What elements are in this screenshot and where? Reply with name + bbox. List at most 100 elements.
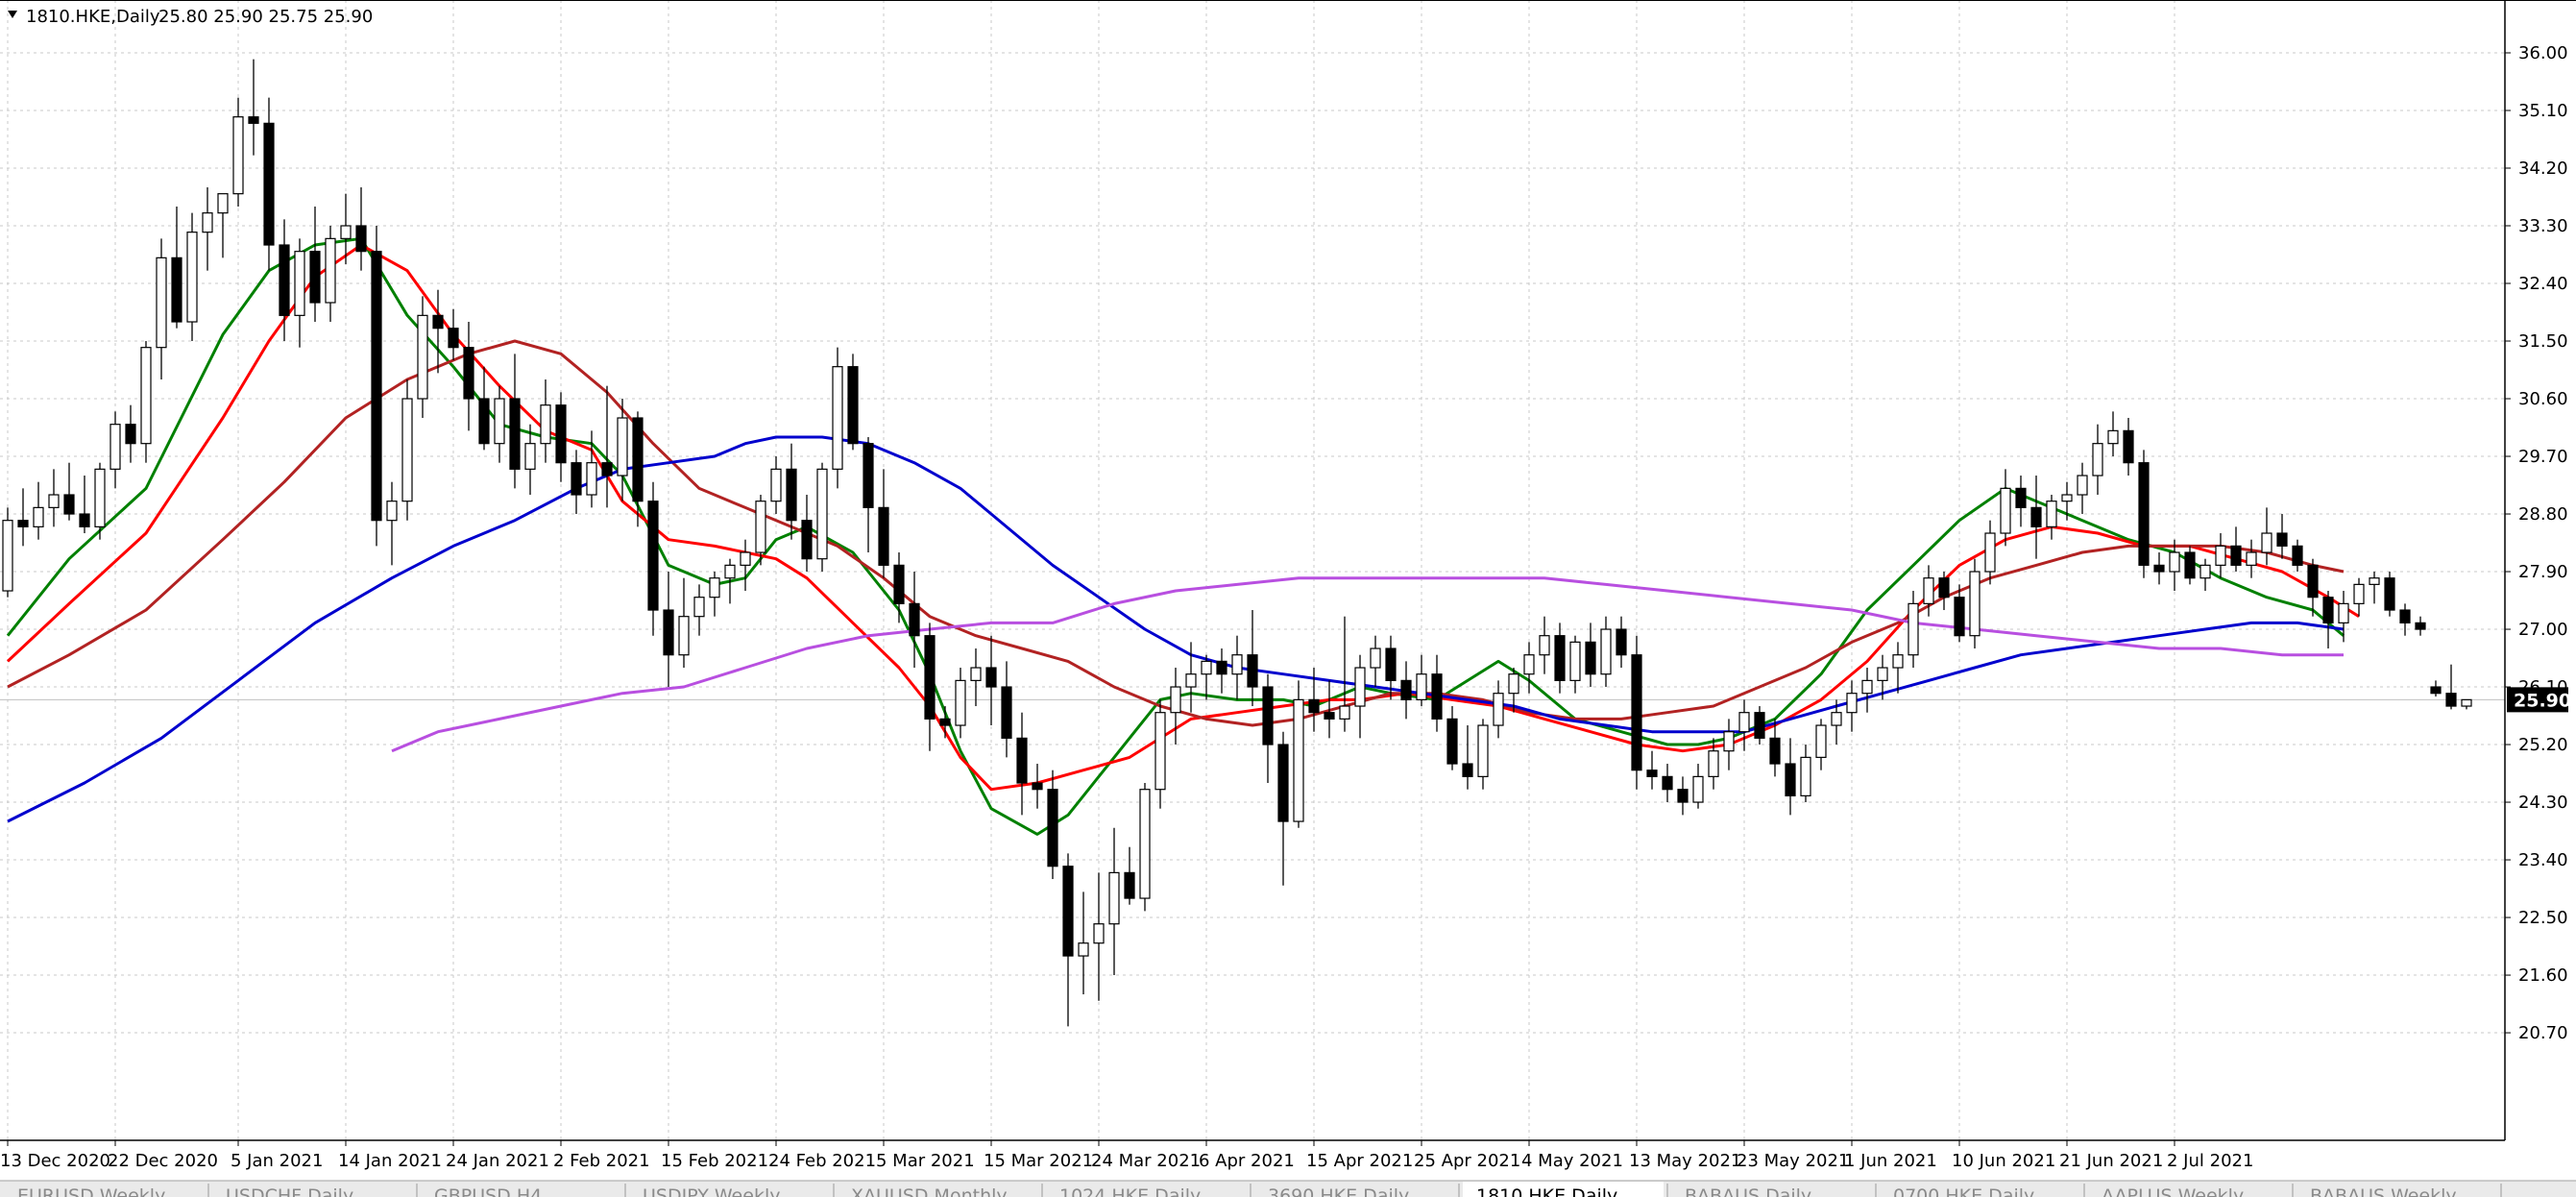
- candle: [2138, 450, 2150, 578]
- candle-body: [1185, 673, 1197, 688]
- candle-body: [140, 347, 152, 445]
- candle-body: [1416, 673, 1427, 700]
- x-tick-label: 5 Mar 2021: [876, 1151, 975, 1171]
- candle-body: [2399, 609, 2411, 623]
- candle-body: [1216, 660, 1227, 675]
- tab-label: 1810.HKE,Daily: [1476, 1185, 1617, 1197]
- candle-body: [17, 520, 29, 527]
- y-tick-label: 33.30: [2518, 216, 2568, 236]
- candle-body: [586, 462, 597, 496]
- candle-body: [1354, 667, 1366, 707]
- candle-body: [2276, 532, 2288, 547]
- candle-body: [878, 506, 889, 566]
- candle-body: [2353, 583, 2365, 604]
- x-tick-label: 4 May 2021: [1521, 1151, 1623, 1171]
- candle-body: [1769, 737, 1781, 765]
- candle: [1293, 680, 1304, 828]
- candle-body: [1370, 647, 1381, 669]
- candle-body: [1877, 667, 1888, 681]
- candle-body: [524, 443, 536, 470]
- chart-background: [0, 0, 2576, 1197]
- candle-body: [1032, 782, 1043, 791]
- candle-body: [801, 520, 813, 560]
- candle-body: [2, 520, 13, 592]
- candle-body: [2046, 501, 2057, 527]
- candle-body: [1600, 628, 1612, 675]
- candle-body: [647, 501, 659, 611]
- candle-body: [755, 501, 766, 553]
- x-tick-label: 13 May 2021: [1629, 1151, 1741, 1171]
- candle: [2384, 572, 2395, 617]
- candle-body: [1708, 750, 1719, 777]
- candle-body: [693, 597, 705, 618]
- y-tick-label: 29.70: [2518, 447, 2568, 467]
- candle-body: [2338, 602, 2349, 623]
- candle-body: [417, 314, 428, 400]
- candle-body: [1892, 654, 1904, 669]
- candle-body: [2015, 487, 2027, 508]
- price-chart[interactable]: 36.00 35.10 34.20 33.30 32.40 31.50 30.60 29.70…: [0, 0, 2576, 1197]
- candle-body: [2261, 532, 2272, 553]
- x-tick-label: 14 Jan 2021: [338, 1151, 442, 1171]
- candle-body: [832, 366, 843, 470]
- candle-body: [1124, 871, 1135, 899]
- candle-body: [401, 398, 413, 502]
- candle-body: [1692, 775, 1704, 803]
- candle-body: [1969, 571, 1981, 637]
- x-tick-label: 6 Apr 2021: [1199, 1151, 1295, 1171]
- candle-body: [1646, 770, 1658, 777]
- candle-body: [325, 237, 336, 304]
- candle-body: [279, 244, 290, 316]
- candle-body: [94, 468, 106, 527]
- ohlc-values: 25.80 25.90 25.75 25.90: [158, 7, 373, 27]
- candle-body: [371, 251, 382, 522]
- tab-label: USDCHF,Daily: [226, 1185, 353, 1197]
- candle-body: [2138, 462, 2150, 566]
- chart-window[interactable]: 36.00 35.10 34.20 33.30 32.40 31.50 30.60 29.70…: [0, 0, 2576, 1197]
- candle-body: [1815, 724, 1827, 758]
- candle-body: [2461, 698, 2472, 707]
- candle-body: [909, 602, 920, 637]
- y-tick-label: 31.50: [2518, 331, 2568, 352]
- candle-body: [1677, 789, 1689, 803]
- tab-label: 1024.HKE,Daily: [1059, 1185, 1201, 1197]
- candle-body: [1984, 532, 1996, 573]
- candle-body: [2030, 506, 2042, 527]
- candle-body: [1108, 871, 1120, 925]
- candle-body: [2292, 545, 2303, 566]
- x-tick-label: 13 Dec 2020: [0, 1151, 110, 1171]
- candle: [401, 379, 413, 521]
- x-tick-label: 2 Feb 2021: [553, 1151, 650, 1171]
- candle-body: [939, 718, 951, 726]
- candle-body: [1277, 744, 1289, 822]
- tab-1810-hke-daily[interactable]: 1810.HKE,Daily: [1463, 1182, 1668, 1197]
- candle-body: [1523, 654, 1535, 675]
- candle-body: [1062, 866, 1074, 957]
- candle-body: [1477, 724, 1489, 777]
- x-tick-label: 15 Mar 2021: [984, 1151, 1093, 1171]
- candle-body: [1247, 654, 1258, 688]
- candle-body: [1078, 942, 1089, 957]
- candle-body: [2000, 487, 2011, 534]
- candle-body: [1154, 712, 1166, 791]
- candle: [186, 212, 198, 342]
- candle-body: [1539, 635, 1550, 656]
- x-tick-label: 15 Feb 2021: [661, 1151, 768, 1171]
- tab-label: 0700.HKE,Daily: [1893, 1185, 2034, 1197]
- candle-body: [386, 501, 398, 522]
- candle-body: [432, 314, 444, 330]
- candle-body: [970, 667, 982, 681]
- candle-body: [1554, 635, 1566, 681]
- candle-body: [448, 328, 459, 349]
- candle-body: [1262, 686, 1274, 745]
- candle-body: [2169, 551, 2180, 573]
- candle-body: [863, 443, 874, 508]
- candle-body: [1462, 763, 1473, 777]
- candle-body: [1308, 698, 1320, 714]
- tab-label: USDJPY,Weekly: [643, 1185, 780, 1197]
- candle-body: [1093, 923, 1105, 944]
- tab-label: BABAUS,Weekly: [2310, 1185, 2457, 1197]
- candle-body: [1662, 775, 1673, 791]
- candle-body: [355, 225, 367, 253]
- y-tick-label: 24.30: [2518, 793, 2568, 813]
